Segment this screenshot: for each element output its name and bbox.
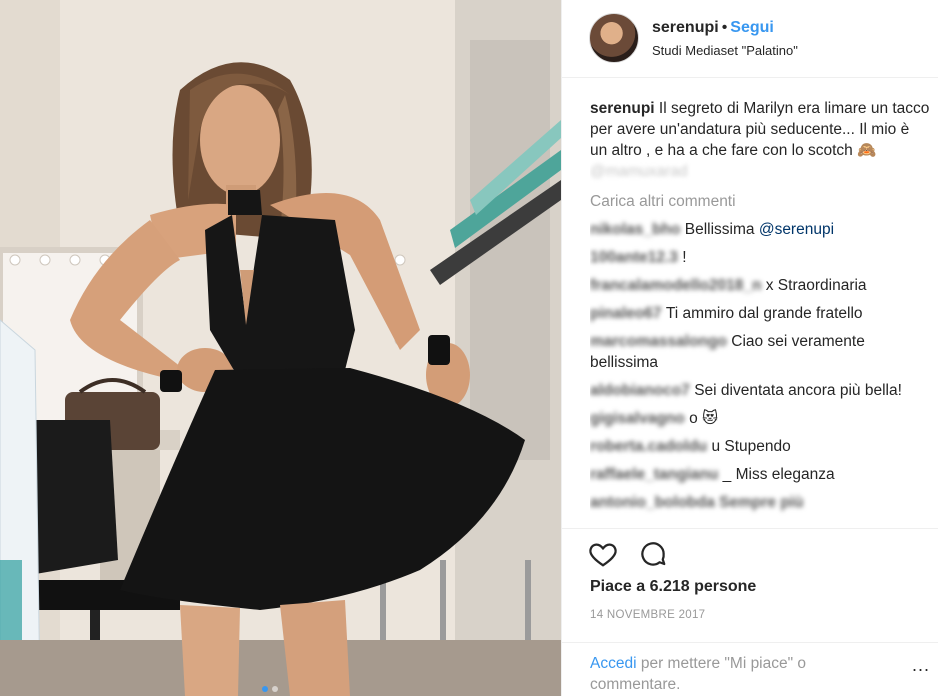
comment-row: antonio_bolobda Sempre più bbox=[590, 492, 930, 513]
comment-text: ! bbox=[682, 249, 687, 266]
login-link[interactable]: Accedi bbox=[590, 655, 637, 672]
caption-mention[interactable]: @mamuxarad bbox=[590, 163, 688, 180]
post-date: 14 NOVEMBRE 2017 bbox=[590, 609, 706, 621]
comment-username[interactable]: francalamodello2018_n bbox=[590, 277, 766, 294]
comment-username[interactable]: raffaele_tangianu bbox=[590, 466, 723, 483]
comment-text: _ Miss eleganza bbox=[722, 466, 835, 483]
comment-row: marcomassalongo Ciao sei veramente belli… bbox=[590, 331, 930, 373]
likes-count[interactable]: Piace a 6.218 persone bbox=[590, 578, 756, 596]
comment-text: u Stupendo bbox=[711, 438, 791, 455]
comments-list[interactable]: serenupi Il segreto di Marilyn era limar… bbox=[590, 98, 930, 528]
header-line: serenupi • Segui bbox=[652, 19, 774, 37]
follow-button[interactable]: Segui bbox=[730, 19, 774, 36]
comment-row: roberta.cadoldu u Stupendo bbox=[590, 436, 930, 457]
comment-row: nikolas_bho Bellissima @serenupi bbox=[590, 219, 930, 240]
comment-username[interactable]: aldobianoco7 bbox=[590, 382, 694, 399]
comment-username[interactable]: 100ante12.3 bbox=[590, 249, 682, 266]
caption-username[interactable]: serenupi bbox=[590, 100, 655, 117]
comment-text: Sempre più bbox=[719, 494, 804, 511]
location-link[interactable]: Studi Mediaset "Palatino" bbox=[652, 43, 798, 58]
carousel-dot-active[interactable] bbox=[262, 686, 268, 692]
comment-row: pinaleo67 Ti ammiro dal grande fratello bbox=[590, 303, 930, 324]
comment-row: aldobianoco7 Sei diventata ancora più be… bbox=[590, 380, 930, 401]
separator-bullet: • bbox=[721, 19, 728, 36]
post-details-panel: serenupi • Segui Studi Mediaset "Palatino"… bbox=[561, 0, 938, 696]
comment-row: 100ante12.3 ! bbox=[590, 247, 930, 268]
comment-text: Sei diventata ancora più bella! bbox=[694, 382, 902, 399]
load-more-comments-button[interactable]: Carica altri commenti bbox=[590, 191, 930, 212]
comment-username[interactable]: gigisalvagno bbox=[590, 410, 689, 427]
comment-mention[interactable]: @serenupi bbox=[759, 221, 834, 238]
post-photo[interactable] bbox=[0, 0, 561, 696]
login-bar: Accedi per mettere "Mi piace" o commenta… bbox=[562, 642, 938, 696]
username-link[interactable]: serenupi bbox=[652, 19, 719, 36]
comment-text: x Straordinaria bbox=[765, 277, 867, 294]
login-prompt: Accedi per mettere "Mi piace" o commenta… bbox=[590, 653, 870, 695]
photo-illustration bbox=[0, 0, 561, 696]
comment-username[interactable]: pinaleo67 bbox=[590, 305, 666, 322]
comment-row: gigisalvagno o 😻 bbox=[590, 408, 930, 429]
heart-icon[interactable] bbox=[588, 539, 618, 569]
comment-username[interactable]: antonio_bolobda bbox=[590, 494, 719, 511]
carousel-dots bbox=[262, 686, 278, 692]
post-caption: serenupi Il segreto di Marilyn era limar… bbox=[590, 98, 930, 182]
comment-username[interactable]: marcomassalongo bbox=[590, 333, 731, 350]
comment-icon[interactable] bbox=[638, 539, 668, 569]
comment-row: francalamodello2018_n x Straordinaria bbox=[590, 275, 930, 296]
comment-text: o 😻 bbox=[689, 410, 719, 427]
more-options-icon[interactable]: ... bbox=[912, 655, 930, 676]
carousel-dot[interactable] bbox=[272, 686, 278, 692]
comment-text: Bellissima bbox=[684, 221, 759, 238]
post-header: serenupi • Segui Studi Mediaset "Palatino" bbox=[562, 0, 938, 78]
comment-username[interactable]: roberta.cadoldu bbox=[590, 438, 711, 455]
comment-container: nikolas_bho Bellissima @serenupi 100ante1… bbox=[590, 219, 930, 513]
comment-row: raffaele_tangianu _ Miss eleganza bbox=[590, 464, 930, 485]
comment-username[interactable]: nikolas_bho bbox=[590, 221, 685, 238]
avatar[interactable] bbox=[589, 13, 639, 63]
comment-text: Ti ammiro dal grande fratello bbox=[665, 305, 863, 322]
post-actions: Piace a 6.218 persone 14 NOVEMBRE 2017 A… bbox=[562, 528, 938, 696]
